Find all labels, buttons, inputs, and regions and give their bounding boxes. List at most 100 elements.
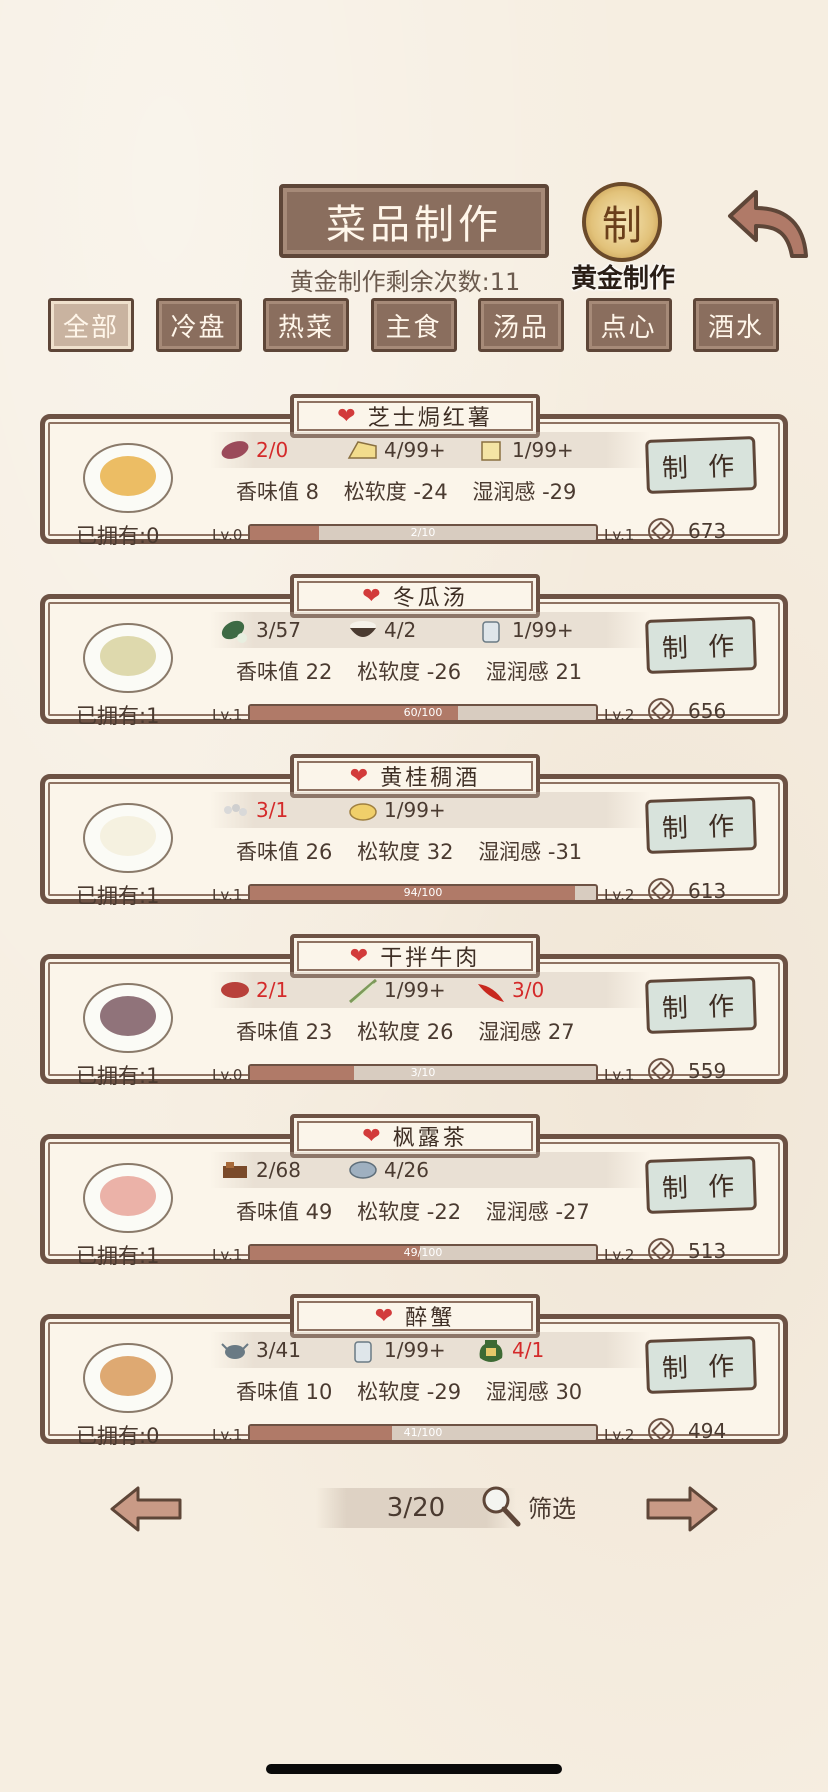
recipe-stats: 香味值 26 松软度 32 湿润感 -31 (236, 836, 600, 866)
heart-icon[interactable]: ❤ (362, 1124, 380, 1149)
moisture-stat: 湿润感 -29 (472, 480, 577, 504)
gold-seal-glyph: 制 (602, 203, 642, 249)
ingredient-item[interactable]: 2/1 (218, 976, 338, 1004)
level-progress-bar: 2/10 (248, 524, 598, 542)
ingredient-item[interactable]: 4/26 (346, 1156, 466, 1184)
baked-sweet-potato-icon (83, 443, 173, 513)
millet-icon (346, 796, 380, 824)
dish-image[interactable] (80, 616, 176, 696)
heart-icon[interactable]: ❤ (350, 764, 368, 789)
recipe-stats: 香味值 23 松软度 26 湿润感 27 (236, 1016, 593, 1046)
make-button[interactable]: 制 作 (645, 1336, 757, 1394)
heart-icon[interactable]: ❤ (337, 404, 355, 429)
page-title-plaque: 菜品制作 (279, 184, 549, 258)
level-current: Lv.1 (212, 1246, 243, 1264)
tab-4[interactable]: 汤品 (478, 298, 564, 352)
dish-image[interactable] (80, 1336, 176, 1416)
dish-image[interactable] (80, 436, 176, 516)
back-arrow-icon (728, 190, 808, 258)
owned-count: 已拥有:0 (76, 1424, 160, 1448)
level-progress-bar: 41/100 (248, 1424, 598, 1442)
make-button[interactable]: 制 作 (645, 796, 757, 854)
filter-label: 筛选 (528, 1494, 576, 1523)
progress-text: 60/100 (403, 706, 443, 719)
make-button[interactable]: 制 作 (645, 436, 757, 494)
dish-image[interactable] (80, 1156, 176, 1236)
ingredient-count: 3/57 (256, 618, 301, 642)
ingredient-count: 1/99+ (384, 798, 446, 822)
tab-6[interactable]: 酒水 (693, 298, 779, 352)
tab-2[interactable]: 热菜 (263, 298, 349, 352)
aroma-stat: 香味值 26 (236, 840, 333, 864)
progress-text: 94/100 (403, 886, 443, 899)
ingredient-item[interactable]: 1/99+ (474, 616, 594, 644)
cheese-icon (346, 436, 380, 464)
cost-value: 673 (688, 519, 727, 543)
ingredient-item[interactable]: 1/99+ (346, 796, 466, 824)
ingredient-count: 4/1 (512, 1338, 545, 1362)
ingredient-item[interactable]: 2/0 (218, 436, 338, 464)
drunken-crab-icon (83, 1343, 173, 1413)
owned-count: 已拥有:1 (76, 1064, 160, 1088)
level-next: Lv.1 (604, 1066, 635, 1084)
level-next: Lv.2 (604, 886, 635, 904)
heart-icon[interactable]: ❤ (362, 584, 380, 609)
progress-text: 41/100 (403, 1426, 443, 1439)
ingredient-item[interactable]: 3/57 (218, 616, 338, 644)
moisture-stat: 湿润感 27 (478, 1020, 575, 1044)
cost-value: 559 (688, 1059, 727, 1083)
coin-icon (648, 1238, 674, 1264)
make-button[interactable]: 制 作 (645, 1156, 757, 1214)
maple-tea-icon (83, 1163, 173, 1233)
progress-text: 3/10 (410, 1066, 436, 1079)
coin-icon (648, 698, 674, 724)
tab-5[interactable]: 点心 (585, 298, 672, 352)
recipe-card: ❤ 芝士焗红薯 2/0 4/99+ 1/99+ 香味值 8 松软度 -24 湿润… (40, 394, 788, 548)
ingredient-item[interactable]: 4/99+ (346, 436, 466, 464)
ingredient-list: 3/1 1/99+ (210, 792, 650, 828)
recipe-stats: 香味值 22 松软度 -26 湿润感 21 (236, 656, 600, 686)
tab-0[interactable]: 全部 (48, 298, 134, 352)
make-button[interactable]: 制 作 (645, 976, 757, 1034)
ingredient-item[interactable]: 3/0 (474, 976, 594, 1004)
osmanthus-icon (218, 796, 252, 824)
wine-jar-icon (474, 1336, 508, 1364)
level-current: Lv.1 (212, 1426, 243, 1444)
level-next: Lv.2 (604, 1426, 635, 1444)
crab-icon (218, 1336, 252, 1364)
level-current: Lv.1 (212, 706, 243, 724)
water-can-icon (346, 1336, 380, 1364)
heart-icon[interactable]: ❤ (350, 944, 368, 969)
recipe-name: 枫露茶 (392, 1126, 468, 1151)
tab-1[interactable]: 冷盘 (155, 298, 242, 352)
ingredient-list: 3/57 4/2 1/99+ (210, 612, 650, 648)
back-button[interactable] (726, 186, 810, 262)
next-page-button[interactable] (644, 1484, 720, 1534)
dish-image[interactable] (80, 796, 176, 876)
prev-page-button[interactable] (108, 1484, 184, 1534)
ingredient-item[interactable]: 4/1 (474, 1336, 594, 1364)
ingredient-item[interactable]: 1/99+ (346, 1336, 466, 1364)
softness-stat: 松软度 -22 (357, 1200, 462, 1224)
page-title: 菜品制作 (326, 202, 502, 248)
ingredient-count: 4/26 (384, 1158, 429, 1182)
ingredient-list: 2/68 4/26 (210, 1152, 650, 1188)
make-button[interactable]: 制 作 (645, 616, 757, 674)
tab-3[interactable]: 主食 (370, 298, 457, 352)
heart-icon[interactable]: ❤ (375, 1304, 393, 1329)
filter-button[interactable]: 筛选 (478, 1484, 576, 1528)
ingredient-item[interactable]: 3/1 (218, 796, 338, 824)
ingredient-count: 1/99+ (384, 1338, 446, 1362)
ingredient-item[interactable]: 1/99+ (474, 436, 594, 464)
ingredient-item[interactable]: 4/2 (346, 616, 466, 644)
cost-value: 494 (688, 1419, 727, 1443)
rice-wine-icon (83, 803, 173, 873)
level-next: Lv.1 (604, 526, 635, 544)
ingredient-item[interactable]: 1/99+ (346, 976, 466, 1004)
magnifier-icon (482, 1486, 521, 1527)
dish-image[interactable] (80, 976, 176, 1056)
ingredient-item[interactable]: 3/41 (218, 1336, 338, 1364)
ingredient-item[interactable]: 2/68 (218, 1156, 338, 1184)
gold-craft-label[interactable]: 黄金制作 (558, 258, 688, 295)
gold-craft-button[interactable]: 制 (582, 182, 662, 262)
